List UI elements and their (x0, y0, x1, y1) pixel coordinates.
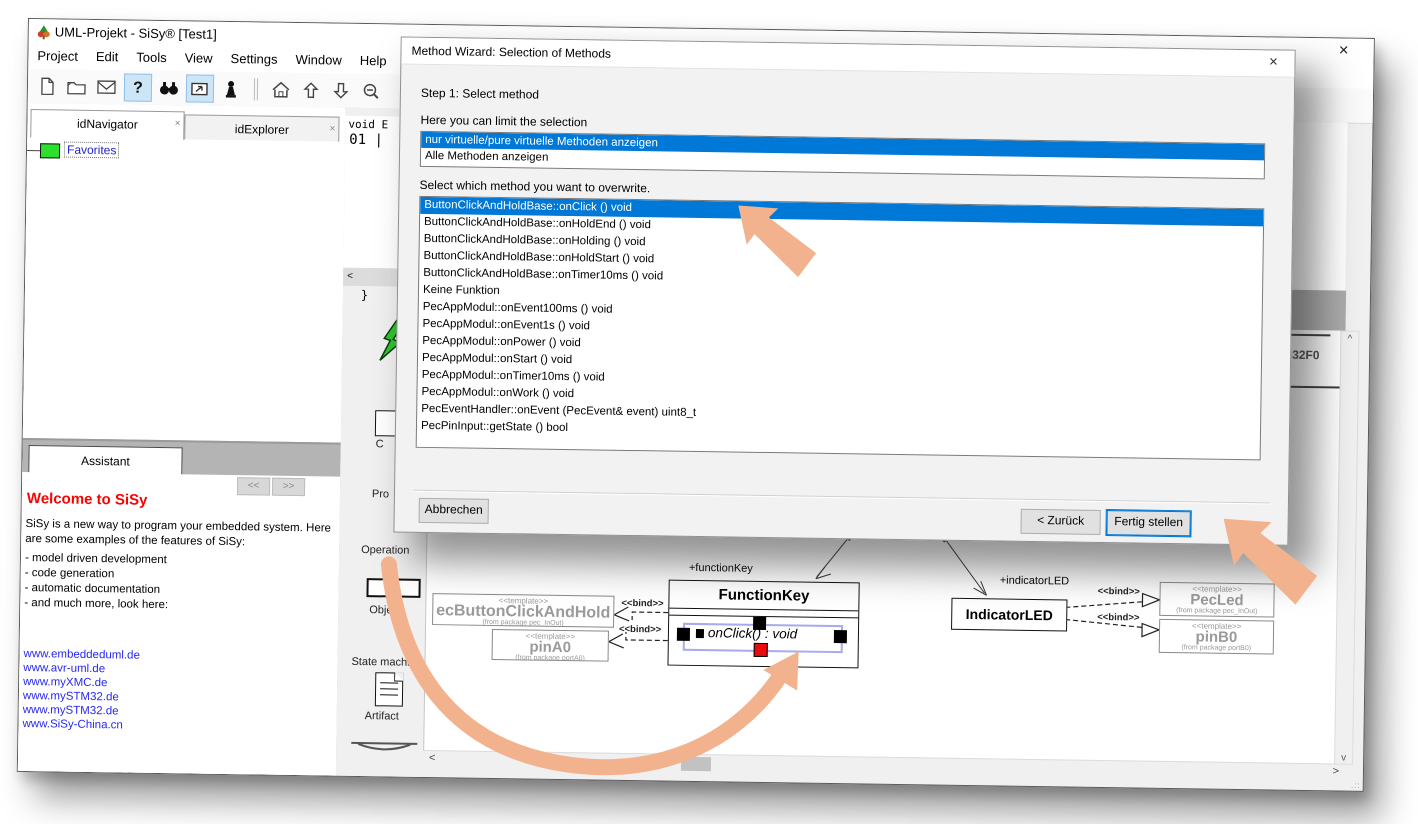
bind-label: <<bind>> (619, 624, 661, 636)
indicatorled-role-label: +indicatorLED (1000, 574, 1070, 587)
template-pecled[interactable]: <<template>> PecLed (from package pec_In… (1159, 582, 1274, 618)
template-from: (from package pec_InOut) (1160, 607, 1273, 617)
template-pecbuttonclickandhold[interactable]: <<template>> ecButtonClickAndHold (from … (432, 593, 614, 628)
selection-handle-red[interactable] (754, 643, 768, 657)
back-button[interactable]: < Zurück (1020, 509, 1100, 535)
stage: UML-Projekt - SiSy® [Test1] × ProjectEdi… (0, 0, 1418, 824)
cancel-button[interactable]: Abbrechen (419, 498, 489, 524)
template-pina0[interactable]: <<template>> pinA0 (from package portA0) (492, 629, 609, 662)
dialog-close-icon[interactable]: × (1262, 53, 1284, 73)
class-indicatorled[interactable]: IndicatorLED (951, 598, 1067, 632)
main-window: UML-Projekt - SiSy® [Test1] × ProjectEdi… (17, 18, 1375, 792)
selection-handle-left[interactable] (677, 628, 690, 641)
bind-label: <<bind>> (1098, 586, 1140, 598)
operation-marker-icon (696, 629, 704, 638)
dialog-limit-label: Here you can limit the selection (420, 113, 587, 129)
dialog-select-label: Select which method you want to overwrit… (419, 178, 650, 195)
operation-onclick[interactable]: onClick() : void (708, 625, 797, 641)
dialog-title: Method Wizard: Selection of Methods (411, 44, 611, 61)
method-wizard-dialog: Method Wizard: Selection of Methods × St… (393, 37, 1295, 546)
finish-button[interactable]: Fertig stellen (1106, 510, 1190, 536)
selection-handle-right[interactable] (834, 630, 847, 643)
dialog-step-label: Step 1: Select method (421, 86, 539, 102)
template-pinb0[interactable]: <<template>> pinB0 (from package portB0) (1159, 619, 1274, 655)
bind-label: <<bind>> (621, 598, 663, 610)
filter-listbox[interactable]: nur virtuelle/pure virtuelle Methoden an… (420, 131, 1265, 180)
functionkey-role-label: +functionKey (689, 562, 753, 575)
template-from: (from package portB0) (1160, 644, 1273, 654)
dialog-separator (413, 490, 1270, 505)
template-name: ecButtonClickAndHold (433, 604, 613, 621)
class-indicatorled-name: IndicatorLED (966, 606, 1053, 623)
bind-label: <<bind>> (1097, 612, 1139, 624)
class-functionkey-name: FunctionKey (669, 581, 858, 612)
method-listbox[interactable]: ButtonClickAndHoldBase::onClick () void … (416, 196, 1265, 461)
